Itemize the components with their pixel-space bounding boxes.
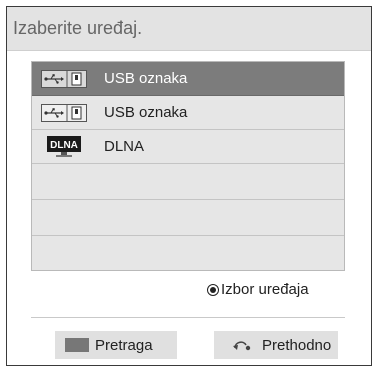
search-button[interactable]: Pretraga [55,331,177,359]
radio-select-icon [207,283,219,296]
device-item-empty [32,164,344,200]
back-button[interactable]: Prethodno [214,331,338,359]
device-item-usb-1[interactable]: USB oznaka [32,62,344,96]
select-device-hint-label: Izbor uređaja [221,281,309,298]
device-item-usb-2[interactable]: USB oznaka [32,96,344,130]
dialog-title-bar: Izaberite uređaj. [7,7,371,51]
device-item-dlna[interactable]: DLNA DLNA [32,130,344,164]
usb-drive-icon [38,102,90,124]
search-button-label: Pretraga [95,336,153,354]
select-device-hint: Izbor uređaja [207,281,309,298]
dlna-icon: DLNA [38,135,90,158]
divider [31,317,345,318]
device-item-label: USB oznaka [104,70,188,87]
device-item-label: USB oznaka [104,104,188,121]
device-select-dialog: Izaberite uređaj. USB oznaka USB oznaka … [6,6,372,366]
color-key-icon [65,338,89,352]
device-item-label: DLNA [104,138,145,155]
dlna-icon-text: DLNA [50,140,78,151]
back-button-label: Prethodno [262,336,332,354]
back-arrow-icon [232,339,252,351]
device-item-empty [32,200,344,236]
dialog-title: Izaberite uređaj. [13,18,143,38]
usb-drive-icon [38,68,90,90]
device-list: USB oznaka USB oznaka DLNA DLNA [31,61,345,271]
